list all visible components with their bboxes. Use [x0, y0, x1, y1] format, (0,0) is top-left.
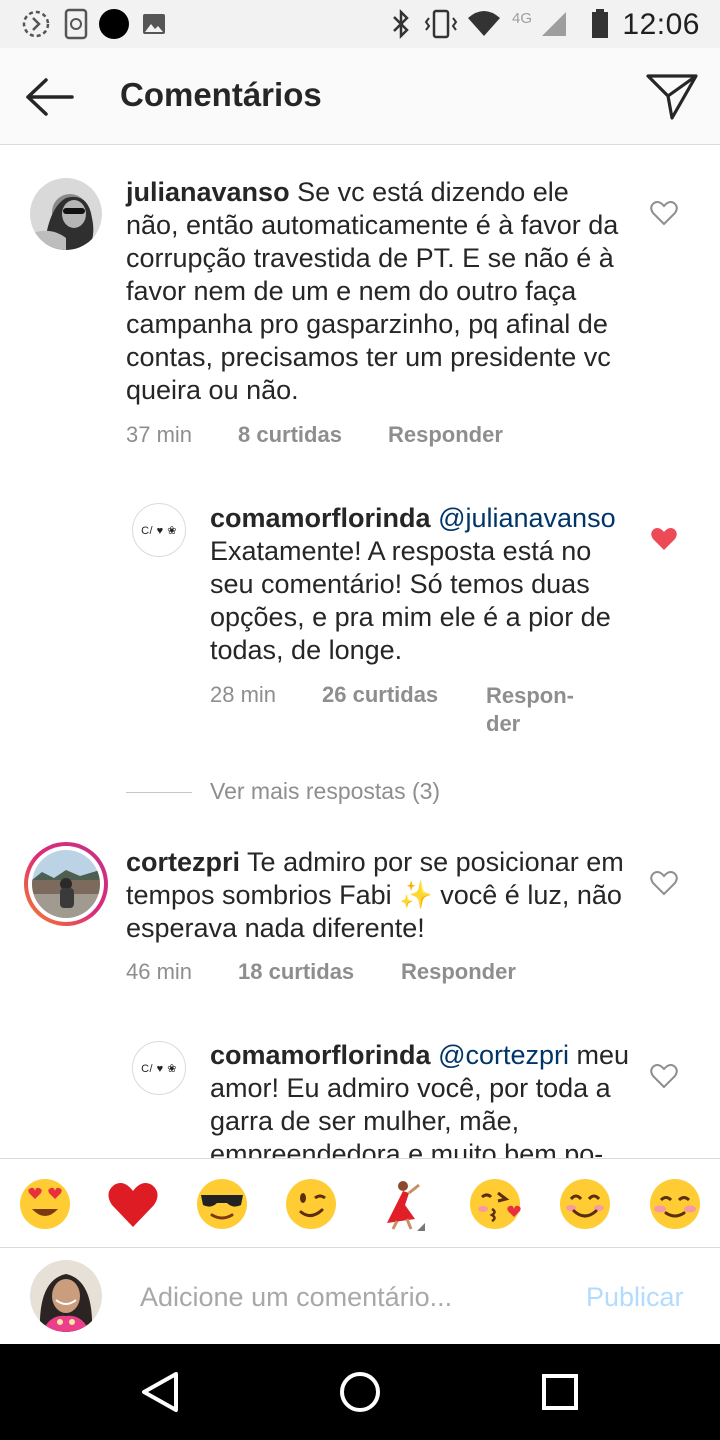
signal-icon — [542, 12, 566, 36]
screenshot-icon — [64, 8, 88, 40]
battery-icon — [592, 9, 608, 38]
comment-meta: 37 min — [126, 422, 192, 448]
comment-input[interactable] — [140, 1279, 570, 1315]
avatar[interactable]: C/ ♥ ❀ — [132, 503, 186, 557]
smile-emoji[interactable] — [558, 1177, 612, 1231]
avatar-story-ring[interactable] — [24, 842, 108, 926]
avatar-logo-text: C/ ♥ ❀ — [141, 1062, 177, 1075]
divider — [126, 792, 192, 793]
comments-list[interactable]: julianavanso Se vc está dizendo ele não,… — [0, 146, 720, 1158]
comment-text: cortezpri Te admiro por se posicionar em… — [126, 846, 626, 945]
comment-likes[interactable]: 26 curtidas — [322, 682, 438, 708]
comment-mention[interactable]: @julianavanso — [438, 503, 616, 533]
vibrate-icon — [424, 9, 458, 39]
emoji-bar — [0, 1158, 720, 1248]
view-more-replies[interactable]: Ver mais respostas (3) — [126, 778, 526, 808]
comment-text: julianavanso Se vc está dizendo ele não,… — [126, 176, 626, 407]
avatar[interactable]: C/ ♥ ❀ — [132, 1041, 186, 1095]
view-more-replies-label: Ver mais respostas (3) — [210, 778, 441, 804]
status-bar: 4G 12:06 — [0, 0, 720, 48]
heart-outline-icon[interactable] — [650, 200, 678, 226]
dancer-emoji[interactable] — [375, 1177, 429, 1231]
avatar-logo-text: C/ ♥ ❀ — [141, 524, 177, 537]
heart-filled-icon[interactable] — [650, 526, 678, 552]
kiss-emoji[interactable] — [468, 1177, 522, 1231]
comment-meta: 46 min — [126, 959, 192, 985]
network-type: 4G — [512, 10, 533, 27]
reply-button[interactable]: Responder — [401, 959, 516, 985]
comment-text: comamorflorinda @cortezpri meu amor! Eu … — [210, 1039, 630, 1158]
comment-text: comamorflorinda @julianavanso Exatamente… — [210, 502, 630, 667]
heart-outline-icon[interactable] — [650, 1063, 678, 1089]
comment-likes[interactable]: 8 curtidas — [238, 422, 342, 448]
back-triangle-icon[interactable] — [136, 1368, 184, 1416]
comment-time: 37 min — [126, 422, 193, 447]
avatar — [30, 1260, 102, 1332]
recents-square-icon[interactable] — [536, 1368, 584, 1416]
sunglasses-emoji[interactable] — [195, 1177, 249, 1231]
home-circle-icon[interactable] — [336, 1368, 384, 1416]
reply-label-line2: der — [486, 711, 521, 736]
reply-button[interactable]: Responder — [388, 422, 503, 448]
comment-time: 46 min — [126, 959, 193, 984]
circle-icon — [99, 9, 129, 39]
paper-plane-icon[interactable] — [644, 70, 700, 122]
comment-body: Exatamente! A resposta está no seu comen… — [210, 536, 611, 665]
comment-username[interactable]: julianavanso — [126, 177, 290, 207]
bluetooth-icon — [393, 8, 409, 40]
heart-outline-icon[interactable] — [650, 870, 678, 896]
comment-time: 28 min — [210, 682, 277, 707]
page-title: Comentários — [120, 76, 322, 113]
comment-username[interactable]: comamorflorinda — [210, 503, 431, 533]
reply-label-line1: Respon- — [486, 683, 574, 708]
arrow-left-icon[interactable] — [18, 72, 78, 122]
wifi-icon — [468, 11, 500, 36]
system-nav-bar — [0, 1344, 720, 1440]
image-icon — [143, 14, 165, 34]
comment-username[interactable]: comamorflorinda — [210, 1040, 431, 1070]
red-heart-emoji[interactable] — [106, 1177, 160, 1231]
comment-body: Se vc está dizendo ele não, então automa… — [126, 177, 619, 405]
avatar[interactable] — [30, 178, 102, 250]
comment-likes[interactable]: 18 curtidas — [238, 959, 354, 985]
comment-username[interactable]: cortezpri — [126, 847, 240, 877]
heart-eyes-emoji[interactable] — [18, 1177, 72, 1231]
avatar — [32, 850, 100, 918]
sync-icon — [22, 10, 50, 38]
comment-meta: 28 min — [210, 682, 276, 708]
clock: 12:06 — [622, 8, 700, 41]
wink-emoji[interactable] — [284, 1177, 338, 1231]
app-bar: Comentários — [0, 48, 720, 145]
sparkles-emoji: ✨ — [399, 880, 433, 910]
comment-mention[interactable]: @cortezpri — [438, 1040, 569, 1070]
reply-button[interactable]: Respon- der — [486, 682, 574, 738]
publish-button[interactable]: Publicar — [586, 1282, 684, 1313]
comment-composer: Publicar — [0, 1249, 720, 1344]
blush-emoji[interactable] — [648, 1177, 702, 1231]
